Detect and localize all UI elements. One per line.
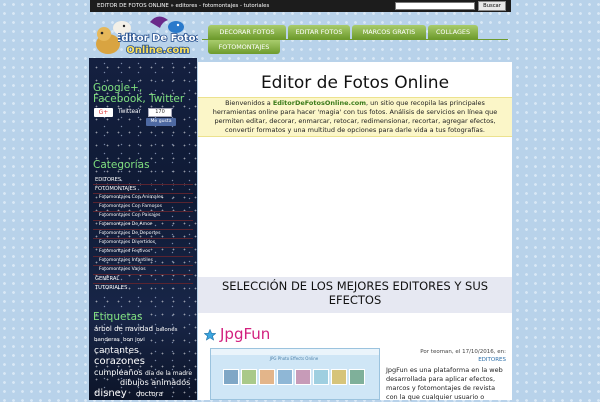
nav-collages[interactable]: COLLAGES	[428, 25, 478, 39]
category-item[interactable]: Fotomontajes Infantiles	[99, 257, 153, 265]
search-button[interactable]: Buscar	[478, 1, 506, 11]
tag-link[interactable]: bon jovi	[123, 337, 145, 344]
byline-text: Por teoman, el 17/10/2016, en:	[420, 349, 506, 355]
tag-link[interactable]: doctora	[136, 391, 163, 398]
category-item[interactable]: Fotomontajes Varios	[99, 266, 146, 274]
sidebar: Google+, Facebook, Twitter G+ Twittear 1…	[89, 58, 197, 400]
thumbnail-caption: JPG Photo Effects Online	[269, 356, 319, 361]
thumbnail-tile	[223, 369, 239, 385]
star-icon	[204, 329, 216, 341]
category-item[interactable]: Fotomontajes Con Paisajes	[99, 212, 160, 220]
logo-line2: Online.com	[126, 45, 189, 56]
category-item[interactable]: Fotomontajes Divertidos	[99, 239, 155, 247]
tag-link[interactable]: dibujos animados	[120, 379, 190, 387]
byline-category-link[interactable]: EDITORES	[478, 357, 506, 363]
tags-title: Etiquetas	[93, 311, 143, 323]
nav-editar-fotos[interactable]: EDITAR FOTOS	[288, 25, 350, 39]
category-item[interactable]: TUTORIALES	[95, 284, 127, 292]
thumbnail-tile	[331, 369, 347, 385]
nav-fotomontajes[interactable]: FOTOMONTAJES	[208, 40, 280, 54]
twitter-button[interactable]: Twittear	[118, 108, 141, 117]
category-item[interactable]: Fotomontajes Festivos	[99, 248, 150, 256]
tag-link[interactable]: banderas	[94, 337, 120, 344]
social-title: Google+, Facebook, Twitter	[93, 82, 185, 105]
category-item[interactable]: GENERAL	[95, 275, 119, 283]
main-content: Editor de Fotos Online Bienvenidos a Edi…	[198, 62, 512, 401]
category-item[interactable]: EDITORES	[95, 176, 121, 184]
category-item[interactable]: Fotomontajes Con Famosos	[99, 203, 162, 211]
category-item[interactable]: Fotomontajes Con Animales	[99, 194, 163, 202]
post-thumbnail[interactable]: JPG Photo Effects Online	[210, 348, 380, 400]
tag-link[interactable]: balones	[156, 327, 178, 334]
tag-link[interactable]: cumpleaños	[94, 369, 143, 377]
nav-marcos-gratis[interactable]: MARCOS GRATIS	[352, 25, 426, 39]
thumbnail-tile	[259, 369, 275, 385]
main-nav: DECORAR FOTOS EDITAR FOTOS MARCOS GRATIS…	[202, 25, 508, 62]
category-item[interactable]: Fotomontajes De Deportes	[99, 230, 161, 238]
search-input[interactable]	[395, 2, 475, 10]
thumbnail-toolbar	[211, 349, 379, 355]
thumbnail-tile	[349, 369, 365, 385]
intro-text-start: Bienvenidos a	[225, 99, 273, 107]
post-byline: Por teoman, el 17/10/2016, en: EDITORES	[382, 348, 506, 364]
nav-decorar-fotos[interactable]: DECORAR FOTOS	[208, 25, 286, 39]
intro-site-link[interactable]: EditorDeFotosOnline.com	[273, 99, 366, 107]
page-title: Editor de Fotos Online	[260, 73, 450, 93]
site-logo[interactable]: Editor De Fotos Online.com	[88, 12, 198, 62]
tag-link[interactable]: corazones	[94, 357, 145, 367]
tag-link[interactable]: árbol de navidad	[94, 326, 153, 333]
tag-link[interactable]: día de la madre	[145, 371, 192, 377]
thumbnail-tile	[277, 369, 293, 385]
tag-link[interactable]: disney	[94, 389, 127, 399]
facebook-like-button[interactable]: Me gusta	[146, 118, 176, 126]
thumbnail-tile	[295, 369, 311, 385]
category-item[interactable]: FOTOMONTAJES	[95, 185, 136, 193]
post-title-link[interactable]: JpgFun	[220, 326, 270, 342]
like-count: 170	[148, 108, 172, 117]
thumbnail-tile	[313, 369, 329, 385]
category-item[interactable]: Fotomontajes De Amor	[99, 221, 152, 229]
logo-wordmark: Editor De Fotos Online.com	[118, 32, 198, 57]
thumbnail-tile	[241, 369, 257, 385]
section-title: SELECCIÓN DE LOS MEJORES EDITORES Y SUS …	[198, 277, 512, 313]
google-plus-button[interactable]: G+	[94, 108, 113, 117]
logo-line1: Editor De Fotos	[118, 33, 198, 44]
breadcrumb[interactable]: EDITOR DE FOTOS ONLINE » editores - foto…	[97, 3, 269, 9]
tag-link[interactable]: cantantes	[94, 347, 139, 356]
categories-title: Categorías	[93, 159, 150, 171]
intro-box: Bienvenidos a EditorDeFotosOnline.com, u…	[198, 97, 512, 137]
post-excerpt: JpgFun es una plataforma en la web desar…	[386, 366, 503, 401]
